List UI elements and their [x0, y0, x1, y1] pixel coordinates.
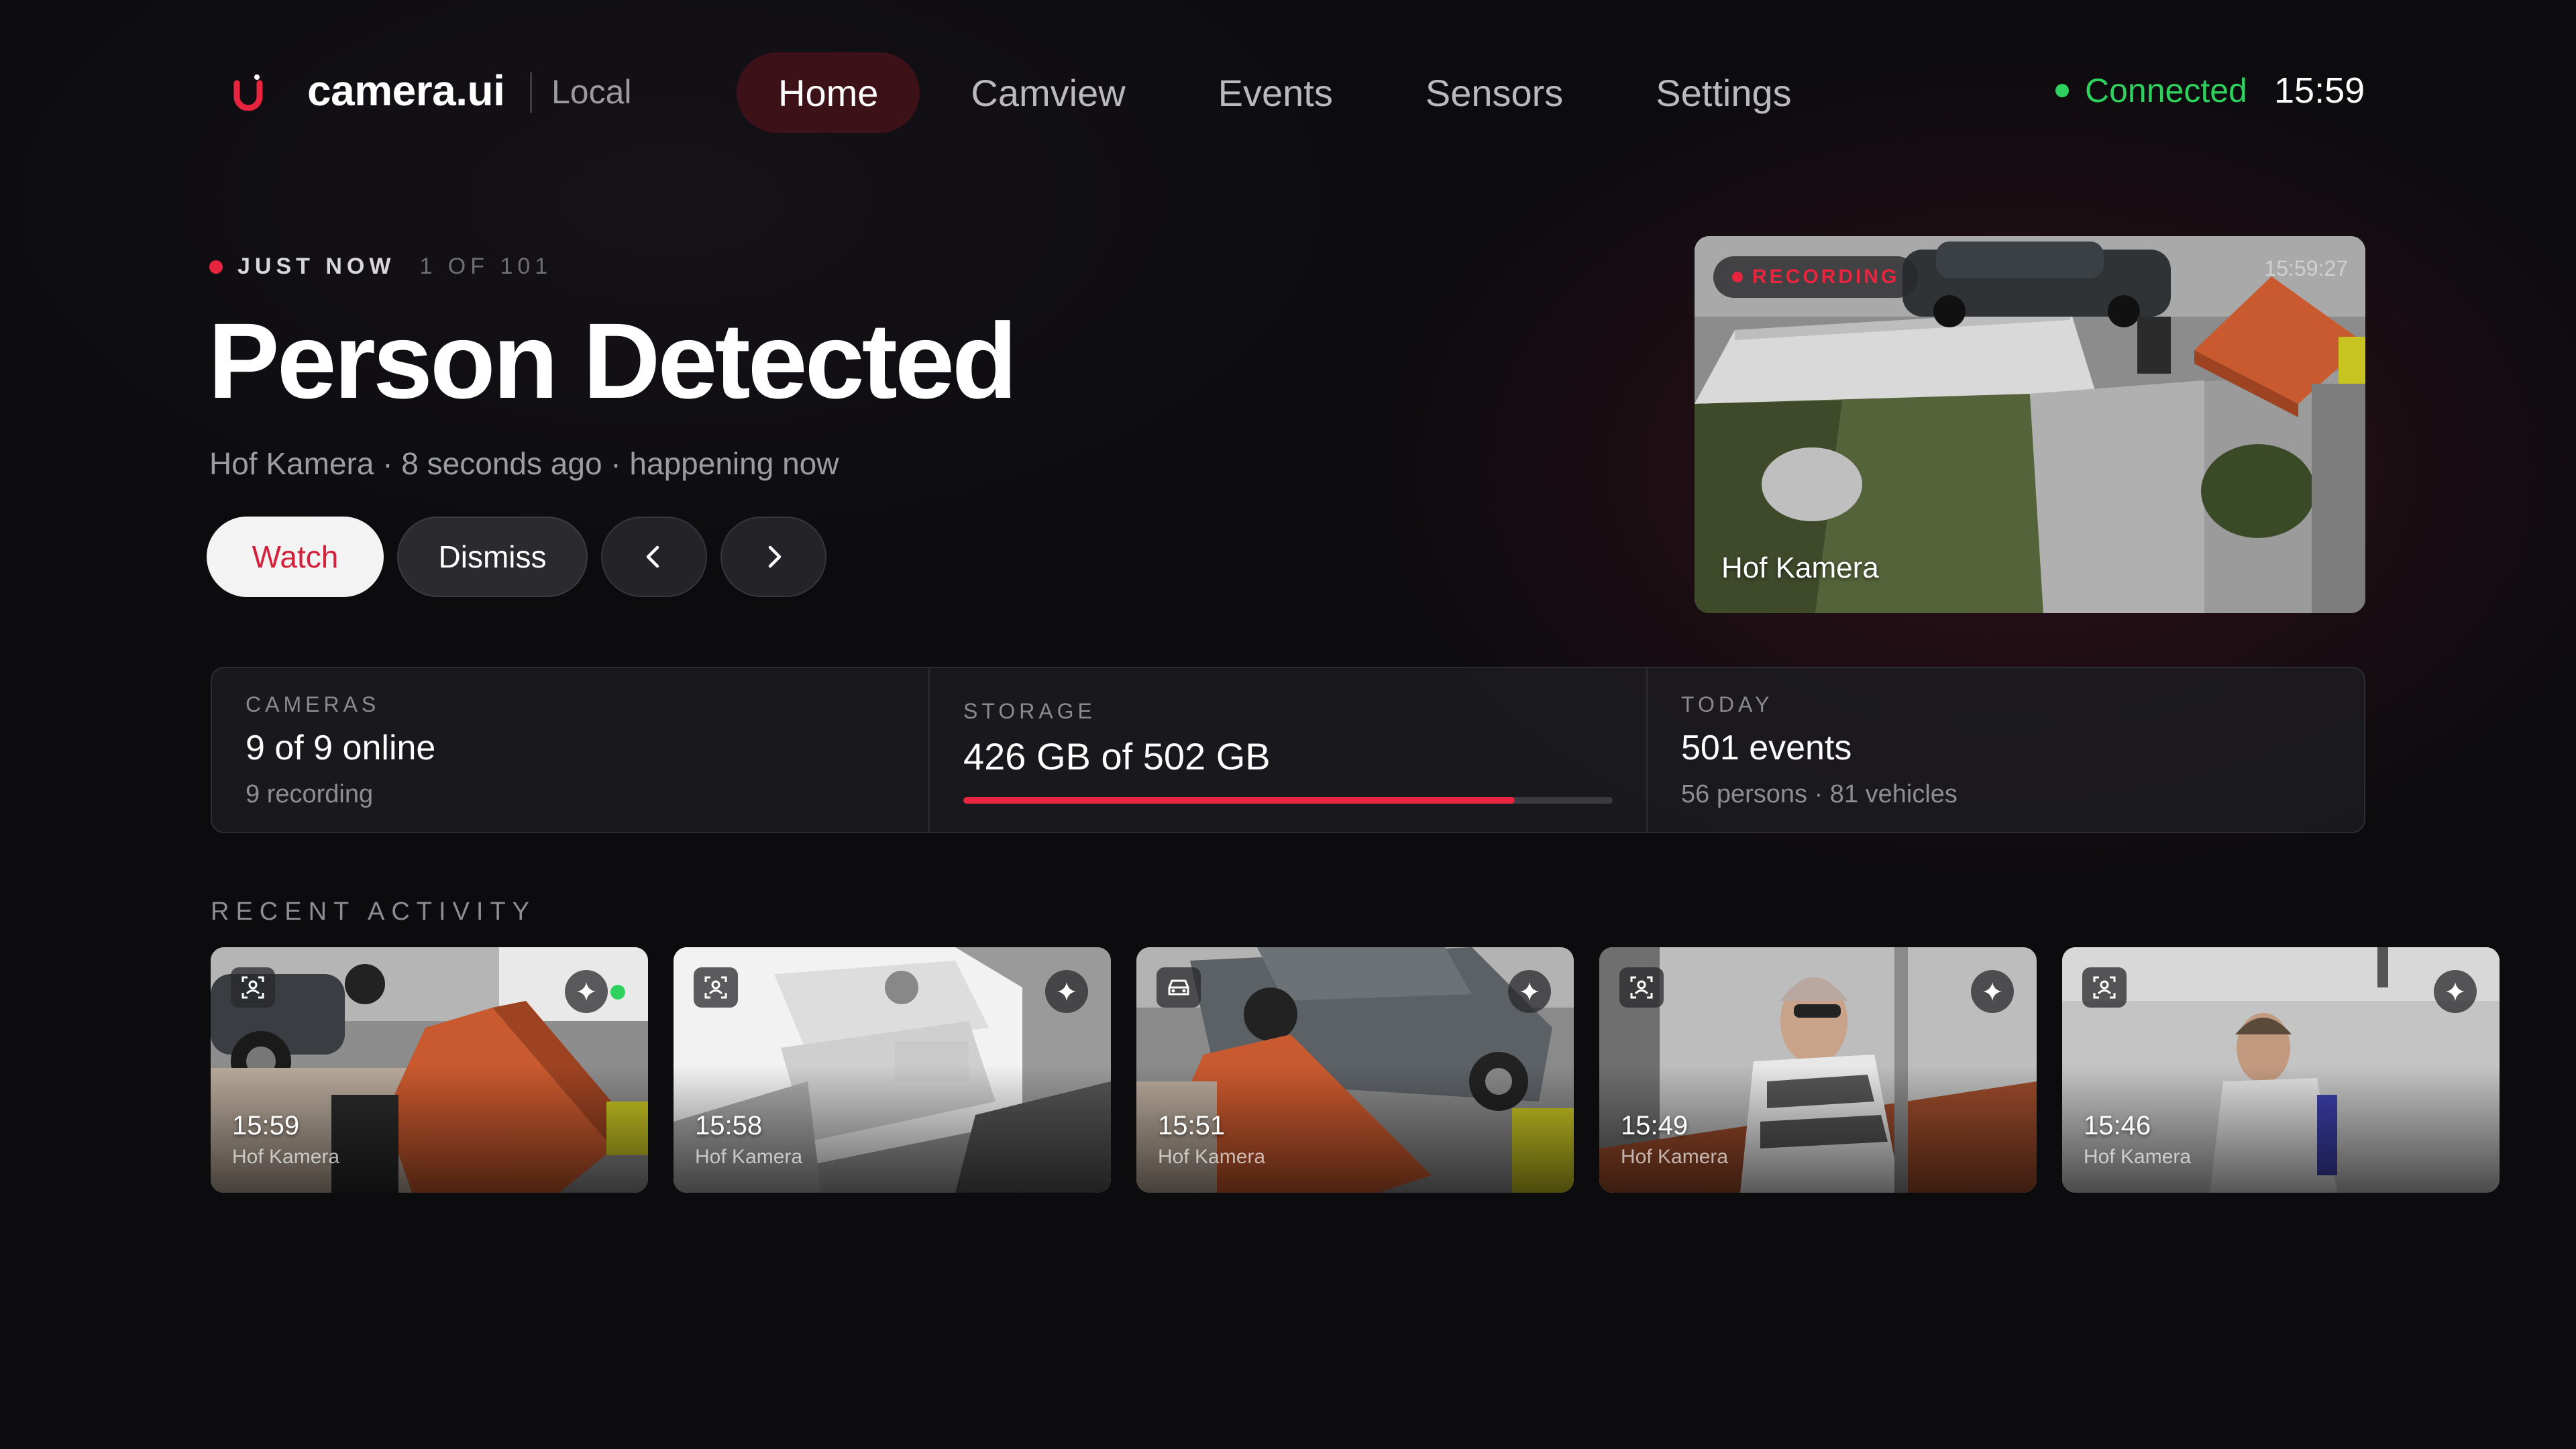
stats-panel: CAMERAS 9 of 9 online 9 recording STORAG… [211, 667, 2365, 833]
nav-settings[interactable]: Settings [1614, 52, 1833, 133]
recording-badge: RECORDING [1713, 256, 1919, 298]
preview-camera-name: Hof Kamera [1721, 551, 1879, 584]
card-time: 15:49 [1621, 1111, 1688, 1140]
main-nav: Home Camview Events Sensors Settings [737, 52, 1843, 133]
event-when: JUST NOW [237, 254, 396, 279]
storage-progress-bar [963, 797, 1613, 804]
activity-card[interactable]: 15:49 Hof Kamera [1599, 947, 2037, 1193]
card-camera: Hof Kamera [1621, 1146, 1729, 1168]
stat-storage-value: 426 GB of 502 GB [963, 735, 1271, 777]
ai-sparkle-icon[interactable] [1508, 970, 1551, 1013]
activity-card[interactable]: 15:58 Hof Kamera [674, 947, 1111, 1193]
top-bar: camera.ui Local Home Camview Events Sens… [0, 0, 2576, 188]
ai-sparkle-icon[interactable] [1045, 970, 1088, 1013]
recent-activity-title: RECENT ACTIVITY [211, 898, 537, 926]
recent-activity-list: 15:59 Hof Kamera 15:58 Hof Kamera 15:51 … [211, 947, 2545, 1193]
event-subtitle: Hof Kamera · 8 seconds ago · happening n… [209, 446, 839, 481]
card-time: 15:46 [2084, 1111, 2151, 1140]
live-indicator-dot [610, 985, 625, 1000]
watch-button[interactable]: Watch [207, 517, 384, 597]
connection-label: Connected [2085, 72, 2247, 109]
recording-label: RECORDING [1752, 266, 1900, 288]
live-preview[interactable]: RECORDING 15:59:27 Hof Kamera [1695, 236, 2365, 613]
dismiss-button[interactable]: Dismiss [397, 517, 588, 597]
brand-divider [530, 72, 532, 113]
ai-sparkle-icon[interactable] [565, 970, 608, 1013]
ai-sparkle-icon[interactable] [1971, 970, 2014, 1013]
person-focus-icon [2082, 967, 2127, 1008]
stat-cameras: CAMERAS 9 of 9 online 9 recording [212, 668, 930, 832]
stat-storage: STORAGE 426 GB of 502 GB [930, 668, 1648, 832]
card-time: 15:58 [695, 1111, 763, 1140]
activity-card[interactable]: 15:46 Hof Kamera [2062, 947, 2500, 1193]
stat-today: TODAY 501 events 56 persons · 81 vehicle… [1648, 668, 2364, 832]
event-eyebrow: JUST NOW 1 OF 101 [209, 254, 552, 280]
activity-card[interactable]: 15:59 Hof Kamera [211, 947, 648, 1193]
connection-status: Connected [2055, 71, 2247, 110]
brand-mode: Local [551, 73, 632, 111]
ai-sparkle-icon[interactable] [2434, 970, 2477, 1013]
preview-timestamp: 15:59:27 [2264, 256, 2348, 280]
event-counter: 1 OF 101 [419, 254, 553, 279]
previous-event-button[interactable] [601, 517, 707, 597]
card-camera: Hof Kamera [695, 1146, 803, 1168]
chevron-left-icon [646, 545, 659, 568]
card-time: 15:59 [232, 1111, 300, 1140]
person-focus-icon [231, 967, 275, 1008]
stat-cameras-sub: 9 recording [246, 780, 374, 808]
person-focus-icon [1619, 967, 1664, 1008]
nav-sensors[interactable]: Sensors [1384, 52, 1605, 133]
nav-events[interactable]: Events [1177, 52, 1375, 133]
stat-cameras-value: 9 of 9 online [246, 729, 436, 767]
stat-storage-label: STORAGE [963, 699, 1096, 723]
storage-progress-fill [963, 797, 1515, 804]
next-event-button[interactable] [720, 517, 826, 597]
nav-camview[interactable]: Camview [929, 52, 1167, 133]
nav-home[interactable]: Home [737, 52, 920, 133]
stat-today-sub: 56 persons · 81 vehicles [1681, 780, 1957, 808]
brand-name: camera.ui [307, 66, 505, 115]
event-actions: Watch Dismiss [207, 517, 840, 597]
person-focus-icon [694, 967, 738, 1008]
camera-ui-logo-icon [233, 74, 263, 111]
chevron-right-icon [768, 545, 782, 568]
live-dot-icon [209, 260, 223, 274]
card-camera: Hof Kamera [232, 1146, 340, 1168]
status-dot-icon [2055, 84, 2069, 97]
stat-today-label: TODAY [1681, 692, 1774, 716]
recording-dot-icon [1732, 272, 1743, 282]
car-icon [1157, 967, 1201, 1008]
card-camera: Hof Kamera [2084, 1146, 2192, 1168]
stat-today-value: 501 events [1681, 729, 1852, 767]
clock: 15:59 [2274, 70, 2365, 111]
card-camera: Hof Kamera [1158, 1146, 1266, 1168]
activity-card[interactable]: 15:51 Hof Kamera [1136, 947, 1574, 1193]
event-title: Person Detected [208, 301, 1018, 421]
card-time: 15:51 [1158, 1111, 1226, 1140]
stat-cameras-label: CAMERAS [246, 692, 380, 716]
